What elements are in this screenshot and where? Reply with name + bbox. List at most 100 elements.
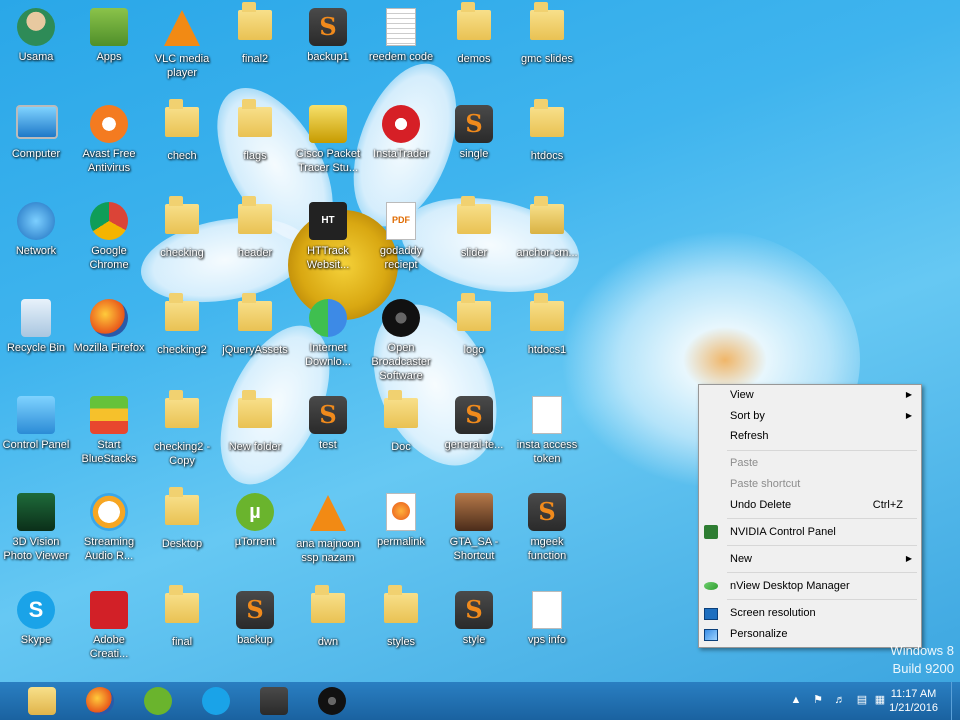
taskbar-button[interactable] [16,684,68,718]
language-icon[interactable]: ▦ [872,692,888,708]
desktop-icon[interactable]: htdocs [511,99,583,193]
desktop-icon[interactable]: Adobe Creati... [73,585,145,679]
network-tray-icon[interactable]: ▤ [854,692,870,708]
desktop[interactable]: Usama Apps VLC media player final2 Sbackup1 r… [0,0,960,682]
desktop-icon[interactable]: GTA_SA - Shortcut [438,487,510,581]
desktop-icon[interactable]: Usama [0,2,72,96]
desktop-icon[interactable]: Mozilla Firefox [73,293,145,387]
menu-item-nvidia[interactable]: NVIDIA Control Panel [699,522,921,542]
menu-item-screen-resolution[interactable]: Screen resolution [699,603,921,623]
desktop-icon[interactable]: header [219,196,291,290]
menu-item-sort-by[interactable]: Sort by ▶ [699,406,921,426]
taskbar-button[interactable] [74,684,126,718]
desktop-icon[interactable]: Smgeek function [511,487,583,581]
desktop-icon[interactable]: final [146,585,218,679]
desktop-icon[interactable]: Open Broadcaster Software [365,293,437,387]
network-icon [16,202,56,242]
desktop-icon[interactable]: ana majnoon ssp nazam [292,487,364,581]
desktop-icon[interactable]: Start BlueStacks [73,390,145,484]
desktop-icon-label: Computer [11,148,61,160]
desktop-icon[interactable]: anchor-cm... [511,196,583,290]
desktop-icon[interactable]: Desktop [146,487,218,581]
folder-icon [235,99,275,147]
desktop-icon[interactable]: Control Panel [0,390,72,484]
folder-icon [527,2,567,50]
desktop-icon[interactable]: insta access token [511,390,583,484]
desktop-icon[interactable]: styles [365,585,437,679]
folder-icon [162,196,202,244]
desktop-icon[interactable]: Stest [292,390,364,484]
desktop-icon[interactable]: checking [146,196,218,290]
taskbar-clock[interactable]: 11:17 AM 1/21/2016 [889,687,938,715]
desktop-icon[interactable]: vps info [511,585,583,679]
sublime-icon: S [454,591,494,631]
desktop-icon[interactable]: checking2 - Copy [146,390,218,484]
pdf-icon: PDF [381,202,421,242]
desktop-icon[interactable]: slider [438,196,510,290]
firefox-icon [86,687,114,715]
desktop-icon[interactable]: VLC media player [146,2,218,96]
desktop-icon[interactable]: S Skype [0,585,72,679]
desktop-icon[interactable]: Sstyle [438,585,510,679]
desktop-icon[interactable]: Apps [73,2,145,96]
desktop-icon-label: backup1 [307,51,349,63]
show-desktop-button[interactable] [951,682,960,720]
taskbar-button[interactable] [248,684,300,718]
desktop-icon[interactable]: Streaming Audio R... [73,487,145,581]
desktop-icon[interactable]: 3D Vision Photo Viewer [0,487,72,581]
desktop-icon[interactable]: µ µTorrent [219,487,291,581]
desktop-icon[interactable]: Sgeneral-te... [438,390,510,484]
desktop-icon[interactable]: Avast Free Antivirus [73,99,145,193]
desktop-icon[interactable]: HT HTTrack Websit... [292,196,364,290]
desktop-icon[interactable]: htdocs1 [511,293,583,387]
desktop-icon-label: Skype [20,634,52,646]
menu-item-nview[interactable]: nView Desktop Manager [699,576,921,596]
desktop-icon[interactable]: logo [438,293,510,387]
tray-overflow-icon[interactable]: ▲ [788,692,804,708]
folder-icon [162,487,202,535]
taskbar-button[interactable] [190,684,242,718]
menu-item-view[interactable]: View ▶ [699,385,921,405]
menu-item-undo-delete[interactable]: Undo Delete Ctrl+Z [699,495,921,515]
volume-icon[interactable]: ♬ [832,692,848,708]
desktop-icon[interactable]: Sbackup [219,585,291,679]
desktop-icon-label: Start BlueStacks [81,439,137,465]
taskbar-button[interactable] [306,684,358,718]
desktop-icon[interactable]: Google Chrome [73,196,145,290]
desktop-icon-label: Cisco Packet Tracer Stu... [295,148,361,174]
desktop-icon-label: logo [463,344,485,356]
desktop-icon-label: 3D Vision Photo Viewer [3,536,69,562]
personalize-icon [704,629,718,641]
desktop-icon[interactable]: final2 [219,2,291,96]
folder-icon [235,196,275,244]
menu-item-refresh[interactable]: Refresh [699,426,921,446]
bluestacks-icon [89,396,129,436]
desktop-icon[interactable]: New folder [219,390,291,484]
desktop-icon[interactable]: chech [146,99,218,193]
desktop-icon-label: htdocs1 [527,344,567,356]
action-center-flag-icon[interactable]: ⚑ [810,692,826,708]
desktop-icon[interactable]: Cisco Packet Tracer Stu... [292,99,364,193]
desktop-icon[interactable]: gmc slides [511,2,583,96]
taskbar-button[interactable] [132,684,184,718]
desktop-icon[interactable]: flags [219,99,291,193]
desktop-icon[interactable]: jQueryAssets [219,293,291,387]
desktop-icon-label: final [171,636,193,648]
desktop-icon[interactable]: Computer [0,99,72,193]
desktop-icon[interactable]: checking2 [146,293,218,387]
desktop-icon[interactable]: dwn [292,585,364,679]
desktop-icon[interactable]: Sbackup1 [292,2,364,96]
menu-item-new[interactable]: New ▶ [699,549,921,569]
desktop-icon[interactable]: InstaTrader [365,99,437,193]
desktop-icon[interactable]: Doc [365,390,437,484]
desktop-icon[interactable]: Recycle Bin [0,293,72,387]
desktop-icon[interactable]: demos [438,2,510,96]
desktop-icon[interactable]: Internet Downlo... [292,293,364,387]
desktop-icon[interactable]: reedem code [365,2,437,96]
desktop-icon[interactable]: permalink [365,487,437,581]
context-menu: View ▶ Sort by ▶ Refresh Paste Paste sho… [698,384,922,648]
menu-item-personalize[interactable]: Personalize [699,624,921,644]
desktop-icon[interactable]: Network [0,196,72,290]
desktop-icon[interactable]: Ssingle [438,99,510,193]
desktop-icon[interactable]: PDF godaddy reciept [365,196,437,290]
